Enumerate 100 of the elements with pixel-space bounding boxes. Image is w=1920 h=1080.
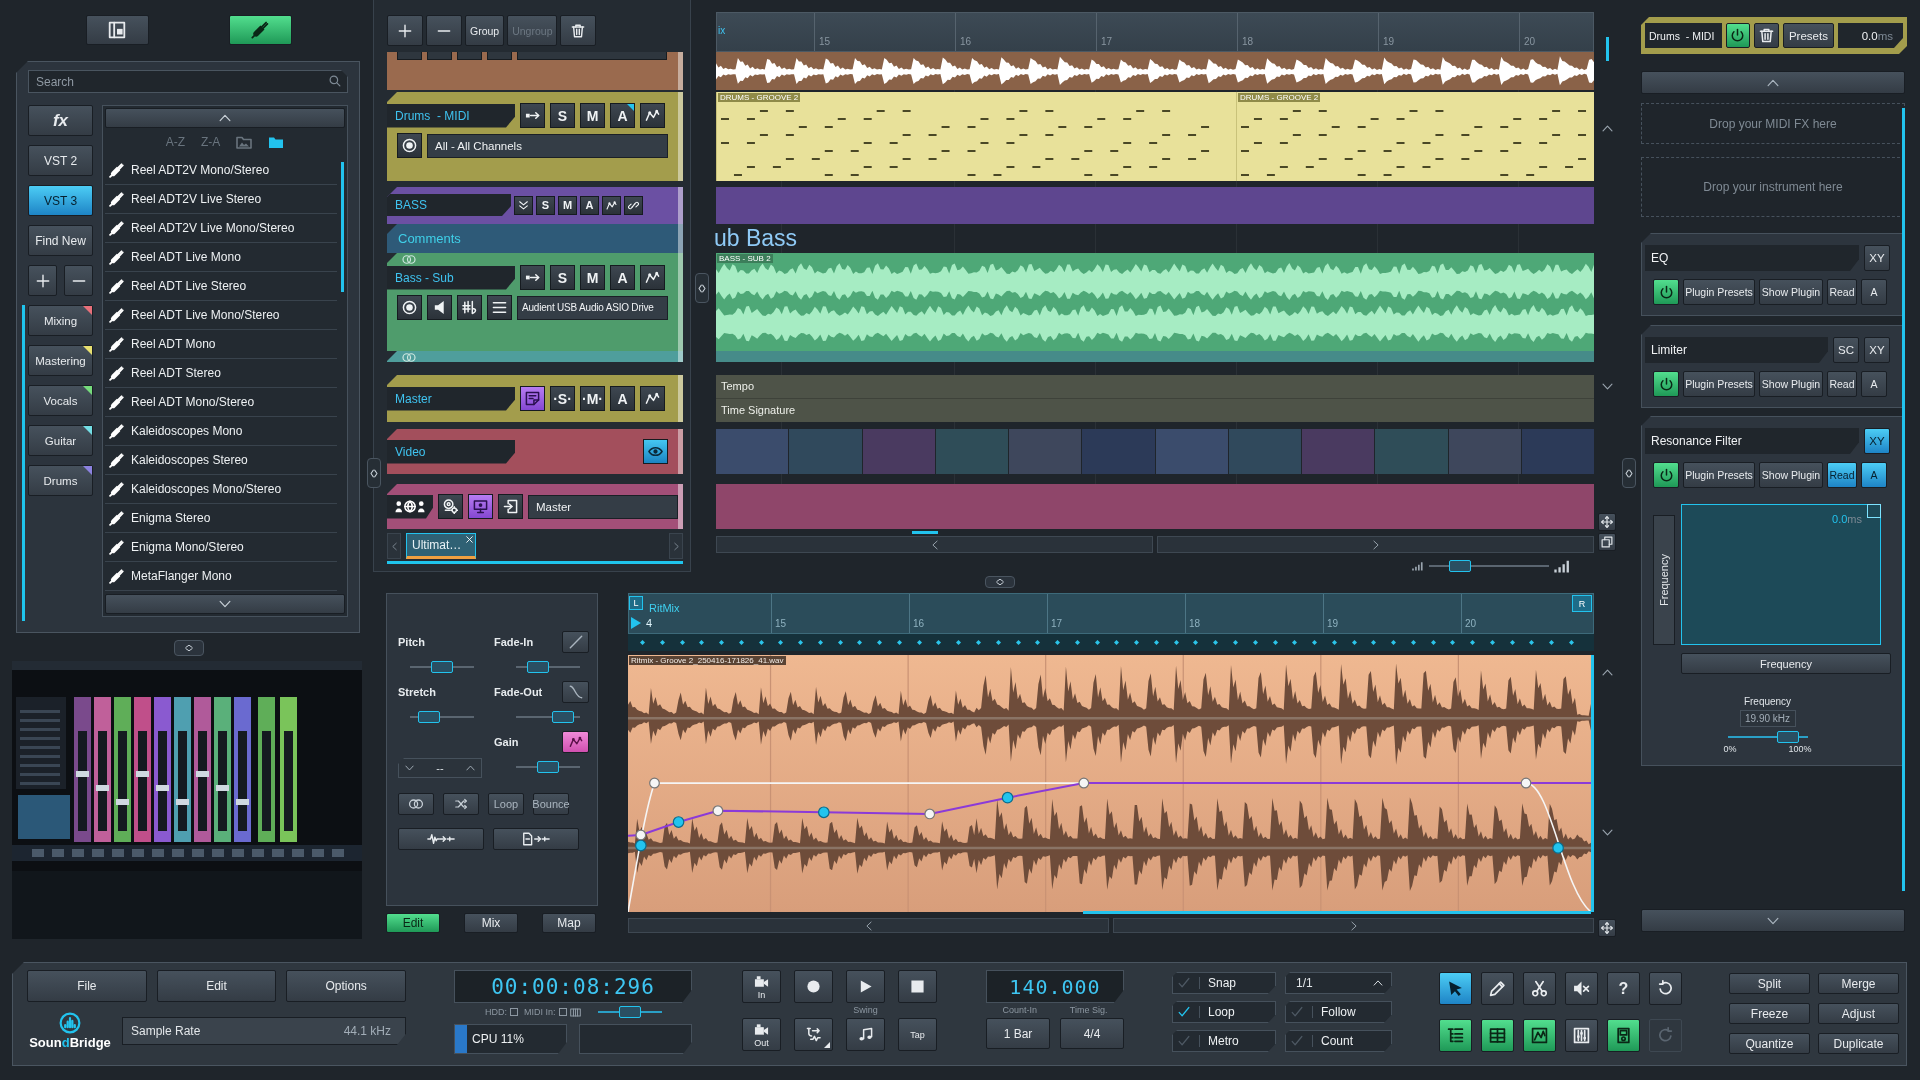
scissors-tool-button[interactable] bbox=[1523, 972, 1556, 1005]
folder-filter-button[interactable] bbox=[236, 135, 253, 149]
track-toggle-button[interactable]: ·S· bbox=[550, 386, 575, 411]
automation-point[interactable] bbox=[1001, 791, 1014, 804]
plugin-toggle-button[interactable]: XY bbox=[1864, 428, 1890, 454]
mute-tool-button[interactable] bbox=[1565, 972, 1598, 1005]
format-tab[interactable]: VST 3 bbox=[28, 185, 93, 216]
parameter-value-field[interactable]: 19.90 kHz bbox=[1739, 710, 1796, 727]
expand-button[interactable] bbox=[514, 195, 533, 215]
route-button[interactable] bbox=[520, 265, 545, 290]
automation-button[interactable] bbox=[640, 103, 665, 128]
help-button[interactable]: ? bbox=[1607, 972, 1640, 1005]
plugin-action-button[interactable]: Plugin Presets bbox=[1683, 279, 1755, 305]
zoom-slider-thumb[interactable] bbox=[1448, 560, 1471, 572]
pencil-tool-button[interactable] bbox=[1481, 972, 1514, 1005]
midi-clip[interactable]: DRUMS - GROOVE 2 bbox=[716, 92, 1236, 181]
toggle-checkbox[interactable]: Metro bbox=[1172, 1030, 1276, 1052]
audio-clip[interactable]: BASS - SUB 2 bbox=[716, 253, 1594, 351]
track-name-field[interactable]: Drums - MIDI bbox=[387, 103, 515, 128]
move-button[interactable] bbox=[1598, 919, 1616, 937]
automation-button[interactable] bbox=[602, 195, 621, 215]
plugin-item[interactable]: Reel ADT Live Mono bbox=[105, 243, 337, 272]
edit-action-button[interactable]: Split bbox=[1729, 973, 1810, 994]
mode-dropdown[interactable]: -- bbox=[398, 758, 482, 778]
panel-toggle[interactable] bbox=[1622, 458, 1636, 488]
plugin-item[interactable]: Enigma Stereo bbox=[105, 504, 337, 533]
loop-end-marker[interactable]: R bbox=[1572, 595, 1592, 612]
plugin-action-button[interactable]: A bbox=[1861, 371, 1887, 397]
slider-thumb[interactable] bbox=[431, 661, 453, 673]
layout-tab[interactable] bbox=[85, 15, 149, 45]
slider-thumb[interactable] bbox=[526, 661, 549, 673]
plugin-item[interactable]: Reel ADT2V Live Mono/Stereo bbox=[105, 214, 337, 243]
plugin-item[interactable]: Reel ADT Live Mono/Stereo bbox=[105, 301, 337, 330]
edit-action-button[interactable]: Merge bbox=[1818, 973, 1899, 994]
automation-point[interactable] bbox=[1552, 842, 1564, 854]
format-tab[interactable]: VST 2 bbox=[28, 145, 93, 176]
undo-button[interactable] bbox=[1649, 972, 1682, 1005]
plugin-item[interactable]: Reel ADT Mono bbox=[105, 330, 337, 359]
envelope-point[interactable] bbox=[1520, 777, 1532, 789]
midi-clip[interactable]: DRUMS - GROOVE 2 bbox=[1236, 92, 1594, 181]
track-name-field[interactable]: Drums - MIDI bbox=[1645, 23, 1722, 48]
scrollbar-thumb[interactable] bbox=[1902, 108, 1905, 891]
track-toggle-button[interactable]: A bbox=[610, 265, 635, 290]
edit-action-button[interactable]: Duplicate bbox=[1818, 1033, 1899, 1054]
clip-action-button[interactable]: Loop bbox=[488, 793, 524, 815]
toggle-checkbox[interactable]: Follow bbox=[1285, 1001, 1392, 1023]
scrollbar-thumb[interactable] bbox=[341, 162, 344, 292]
clip-action-button[interactable]: Bounce bbox=[533, 793, 569, 815]
y-axis-button[interactable]: Frequency bbox=[1653, 515, 1675, 645]
view-toggle-button[interactable] bbox=[1439, 1019, 1472, 1052]
power-button[interactable] bbox=[1725, 23, 1751, 48]
plugin-toggle-button[interactable]: SC bbox=[1833, 337, 1859, 363]
grid-dropdown[interactable]: 1/1 bbox=[1285, 972, 1392, 994]
collection-button[interactable]: Drums bbox=[28, 465, 93, 496]
track-toggle-button[interactable]: S bbox=[550, 265, 575, 290]
editor-tab[interactable]: Edit bbox=[386, 913, 440, 933]
menu-button[interactable]: Edit bbox=[156, 970, 277, 1002]
delay-field[interactable]: 0.0ms bbox=[1838, 23, 1903, 48]
plugin-action-button[interactable]: Show Plugin bbox=[1759, 371, 1823, 397]
close-icon[interactable] bbox=[465, 535, 475, 544]
record-button[interactable] bbox=[794, 970, 833, 1003]
view-toggle-button[interactable] bbox=[1565, 1019, 1598, 1052]
view-toggle-button[interactable] bbox=[1523, 1019, 1556, 1052]
screen-button[interactable] bbox=[468, 494, 493, 519]
menu-button[interactable]: File bbox=[27, 970, 147, 1002]
envelope-point[interactable] bbox=[1078, 777, 1090, 789]
visibility-button[interactable] bbox=[643, 439, 668, 464]
loop-start-marker[interactable]: L bbox=[629, 596, 643, 610]
automation-point[interactable] bbox=[635, 839, 647, 852]
remove-track-button[interactable] bbox=[426, 15, 462, 46]
tempo-display[interactable]: 140.000 bbox=[986, 970, 1124, 1003]
plugin-item[interactable]: MetaFlanger Mono bbox=[105, 562, 337, 591]
plugin-action-button[interactable]: Plugin Presets bbox=[1683, 371, 1755, 397]
view-toggle-button[interactable] bbox=[1607, 1019, 1640, 1052]
add-button[interactable] bbox=[28, 265, 57, 296]
edit-action-button[interactable]: Adjust bbox=[1818, 1003, 1899, 1024]
envelope-point[interactable] bbox=[649, 777, 660, 789]
xy-pad[interactable]: 0.0ms bbox=[1681, 504, 1881, 645]
slider-thumb[interactable] bbox=[618, 1006, 641, 1018]
plugin-toggle-button[interactable]: XY bbox=[1864, 337, 1890, 363]
track-name-field[interactable]: BASS bbox=[387, 194, 511, 216]
envelope-point[interactable] bbox=[635, 829, 647, 841]
swing-button[interactable] bbox=[846, 1018, 885, 1051]
automation-point[interactable] bbox=[672, 816, 685, 828]
collaboration-field[interactable] bbox=[387, 494, 433, 519]
track-toggle-button[interactable]: A bbox=[580, 195, 599, 215]
output-selector[interactable]: Master bbox=[528, 494, 678, 519]
plugin-item[interactable]: Reel ADT2V Live Stereo bbox=[105, 185, 337, 214]
audio-clip[interactable] bbox=[716, 52, 1594, 90]
plugin-name-field[interactable]: EQ bbox=[1645, 245, 1859, 271]
count-in-button[interactable]: 1 Bar bbox=[986, 1018, 1050, 1049]
record-arm-button[interactable] bbox=[397, 133, 422, 158]
panel-toggle[interactable] bbox=[367, 458, 381, 488]
splitter-handle[interactable] bbox=[173, 640, 204, 656]
menu-button[interactable]: Options bbox=[286, 970, 406, 1002]
group-action-button[interactable]: Group bbox=[465, 15, 505, 46]
input-selector[interactable]: Audient USB Audio ASIO Drive bbox=[517, 295, 668, 320]
curve-button[interactable] bbox=[562, 631, 589, 653]
edit-action-button[interactable]: Freeze bbox=[1729, 1003, 1810, 1024]
folder-filter-button[interactable] bbox=[268, 135, 285, 149]
